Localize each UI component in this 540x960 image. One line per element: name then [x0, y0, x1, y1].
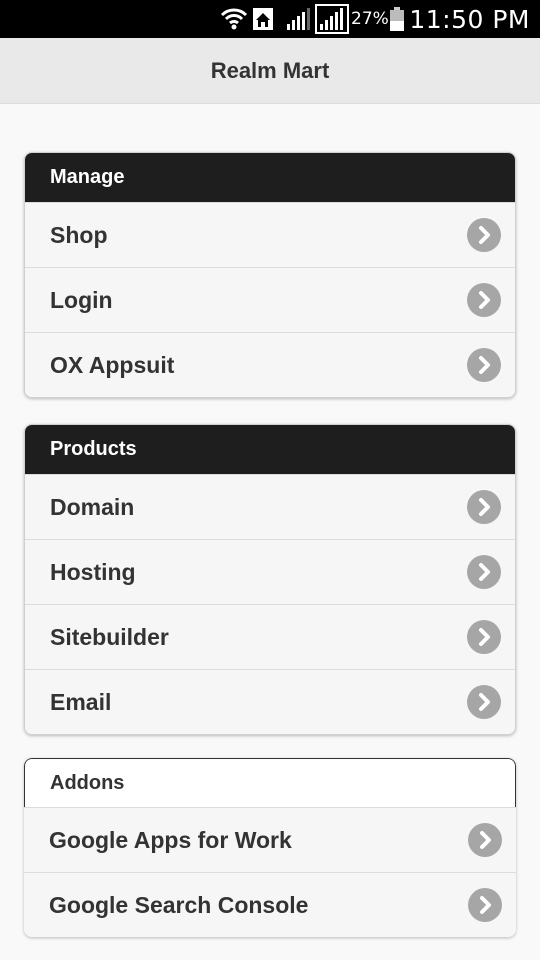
list-item-google-search-console[interactable]: Google Search Console	[24, 872, 516, 937]
list-item-login[interactable]: Login	[25, 267, 515, 332]
chevron-right-icon	[467, 620, 501, 654]
signal-icon	[285, 0, 313, 38]
status-bar: 27% 11:50 PM	[0, 0, 540, 38]
list-item-label: OX Appsuit	[50, 351, 175, 378]
chevron-right-icon	[468, 888, 502, 922]
manage-group: Manage Shop Login OX Appsuit	[24, 152, 516, 398]
list-item-ox-appsuit[interactable]: OX Appsuit	[25, 332, 515, 397]
battery-percent: 27%	[351, 9, 389, 29]
chevron-right-icon	[467, 218, 501, 252]
list-item-domain[interactable]: Domain	[25, 474, 515, 539]
chevron-right-icon	[467, 685, 501, 719]
chevron-right-icon	[467, 490, 501, 524]
battery-icon	[389, 0, 405, 38]
list-item-label: Email	[50, 688, 112, 715]
chevron-right-icon	[467, 283, 501, 317]
list-item-label: Sitebuilder	[50, 623, 169, 650]
list-item-label: Domain	[50, 493, 135, 520]
group-header-manage: Manage	[25, 153, 515, 202]
chevron-right-icon	[467, 555, 501, 589]
list-item-email[interactable]: Email	[25, 669, 515, 734]
list-item-label: Login	[50, 286, 113, 313]
chevron-right-icon	[468, 823, 502, 857]
list-item-label: Google Apps for Work	[49, 826, 292, 853]
app-header: Realm Mart	[0, 38, 540, 104]
chevron-right-icon	[467, 348, 501, 382]
signal-icon	[315, 0, 349, 38]
products-group: Products Domain Hosting Sitebuilder Emai…	[24, 424, 516, 735]
home-icon	[252, 0, 274, 38]
group-header-products: Products	[25, 425, 515, 474]
list-item-label: Shop	[50, 221, 108, 248]
clock-time: 11:50 PM	[409, 4, 530, 34]
group-header-addons: Addons	[24, 758, 516, 807]
list-item-google-apps[interactable]: Google Apps for Work	[24, 807, 516, 872]
page-title: Realm Mart	[210, 57, 330, 83]
list-item-hosting[interactable]: Hosting	[25, 539, 515, 604]
list-item-label: Hosting	[50, 558, 136, 585]
wifi-icon	[220, 0, 248, 38]
list-item-sitebuilder[interactable]: Sitebuilder	[25, 604, 515, 669]
list-item-label: Google Search Console	[49, 891, 309, 918]
addons-group: Addons Google Apps for Work Google Searc…	[24, 758, 516, 937]
list-item-shop[interactable]: Shop	[25, 202, 515, 267]
